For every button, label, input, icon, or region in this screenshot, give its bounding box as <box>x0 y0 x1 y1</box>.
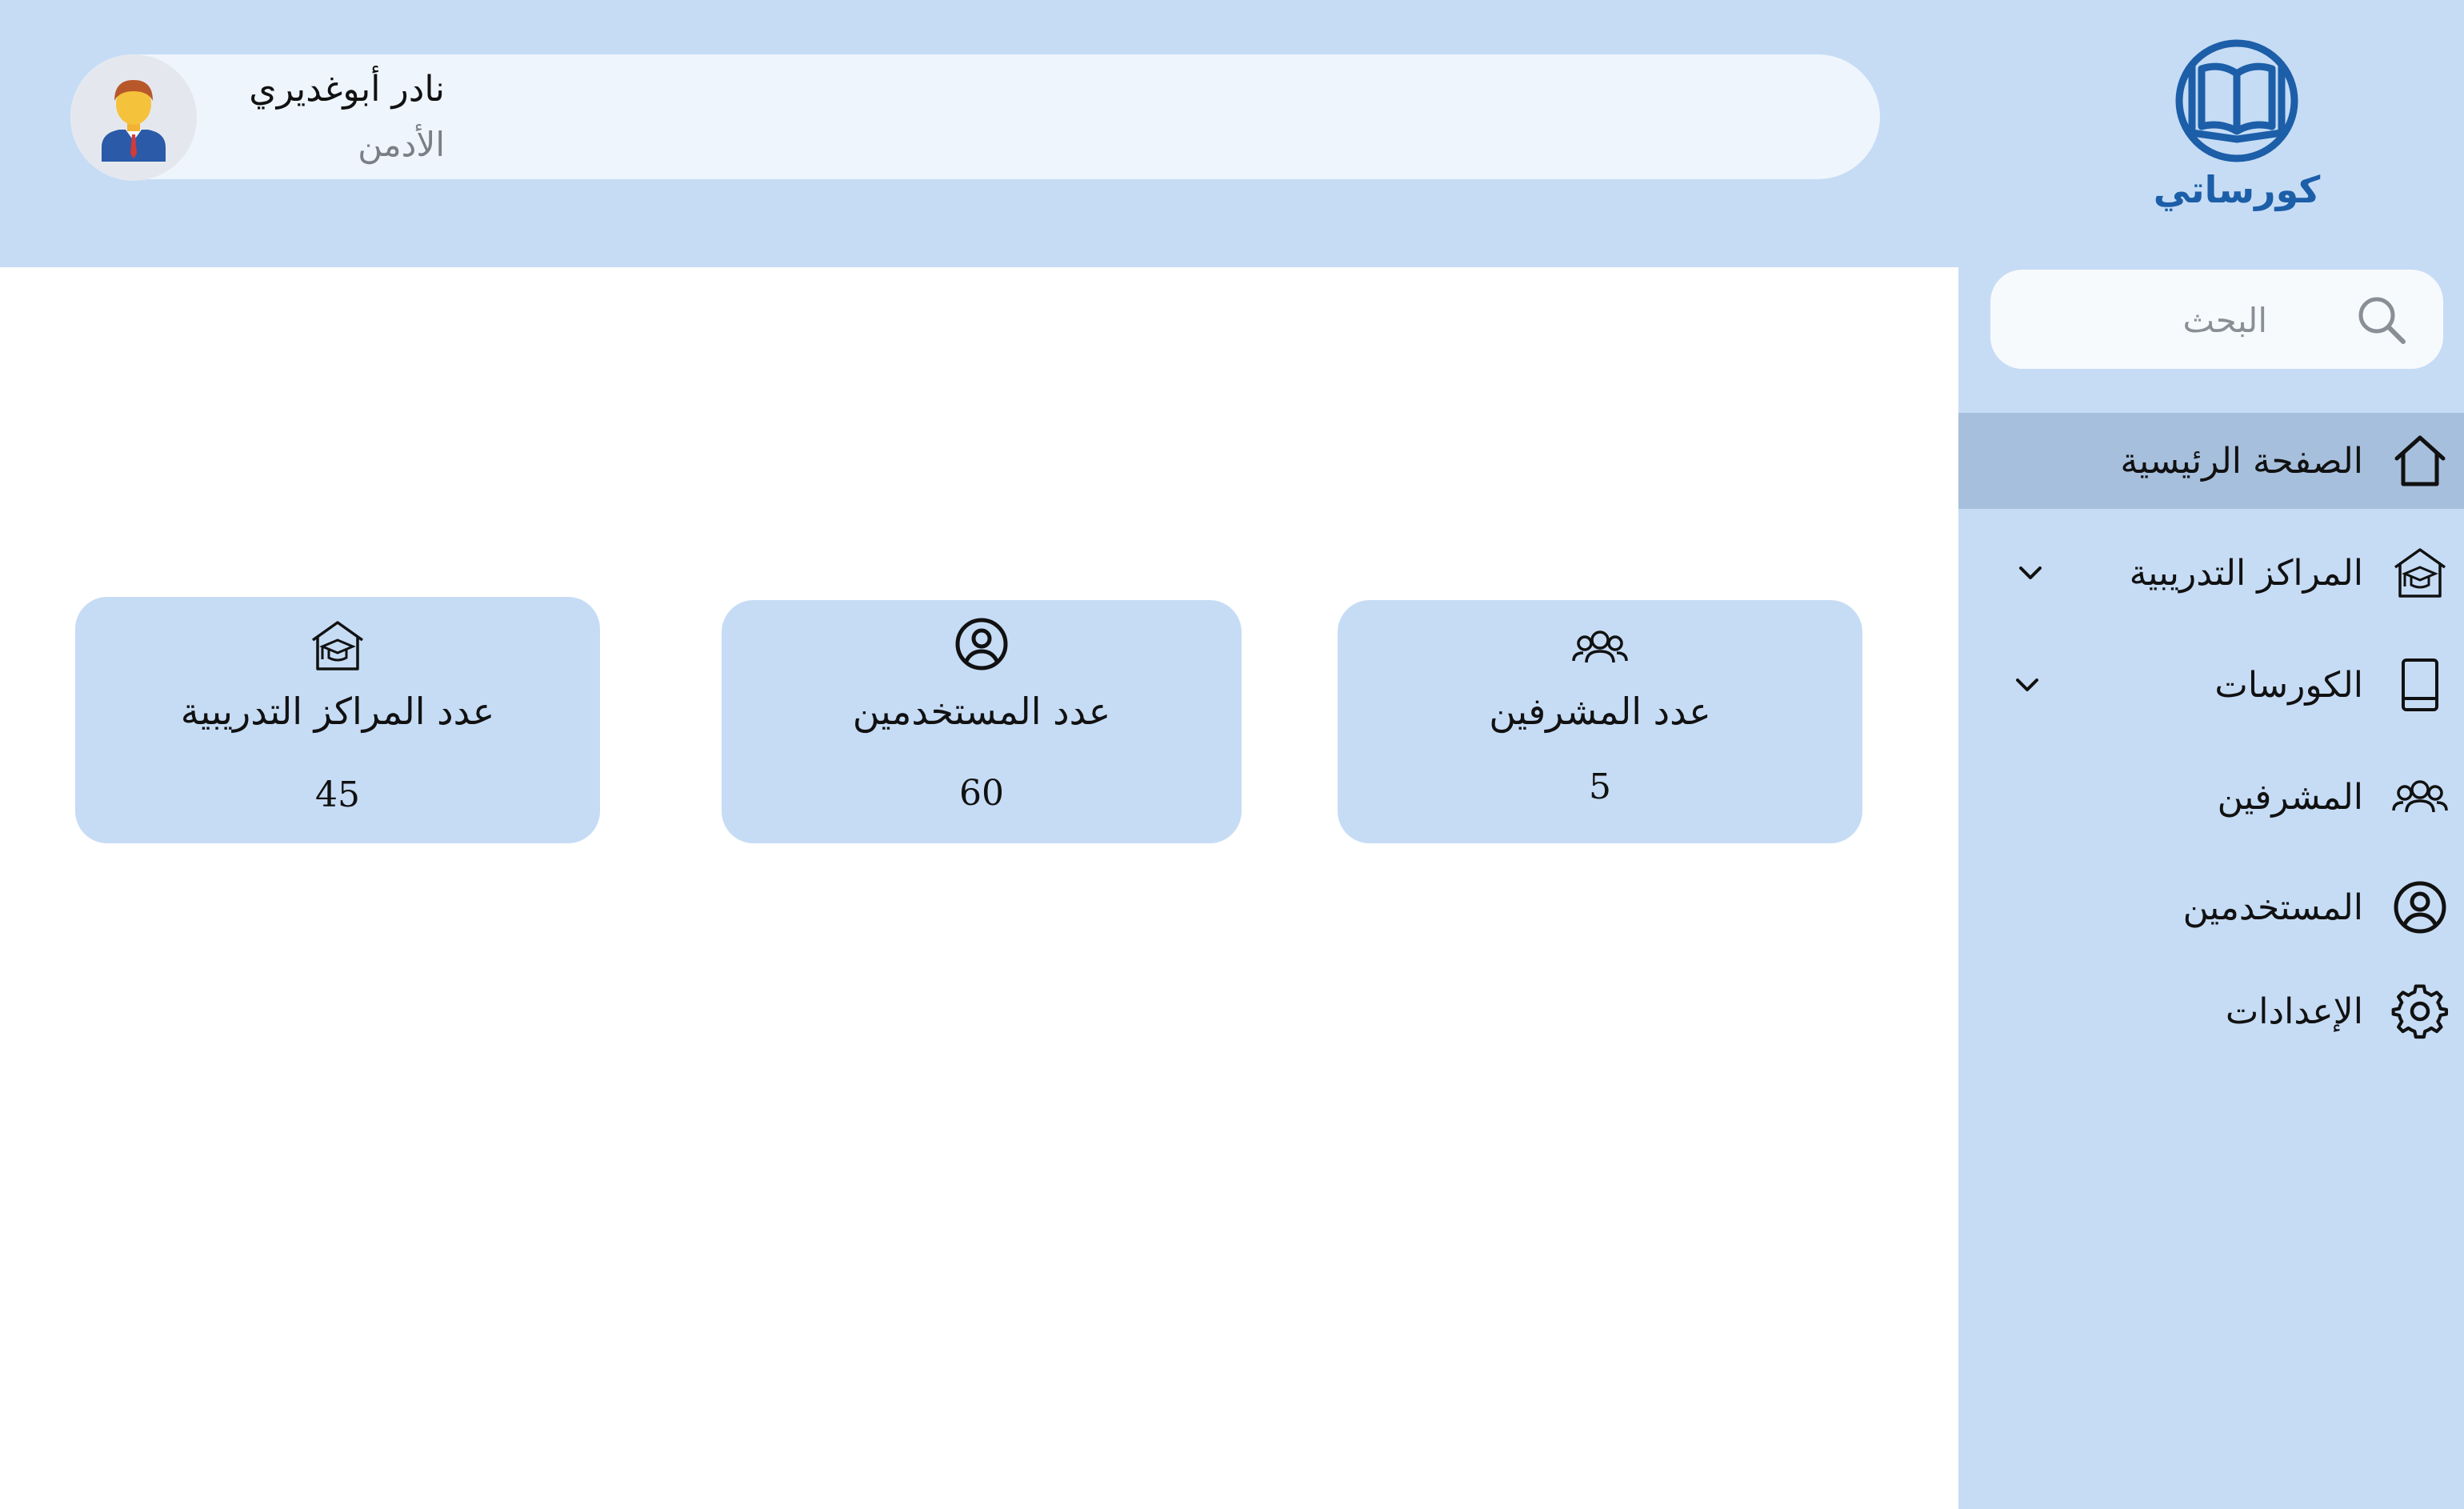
stat-card-users[interactable]: عدد المستخدمين 60 <box>722 600 1242 843</box>
user-info: نادر أبوغديري الأدمن <box>237 62 717 174</box>
sidebar-item-label: المشرفين <box>2217 776 2363 818</box>
stat-card-title: عدد المستخدمين <box>852 690 1111 733</box>
user-role: الأدمن <box>358 125 445 164</box>
search-input[interactable] <box>2027 292 2267 348</box>
training-center-icon <box>311 621 364 670</box>
book-icon <box>2390 655 2450 714</box>
sidebar-item-training-centers[interactable]: المراكز التدريبية <box>1958 525 2464 621</box>
sidebar-item-label: الإعدادات <box>2225 991 2363 1032</box>
user-name: نادر أبوغديري <box>249 69 445 110</box>
stat-card-title: عدد المراكز التدريبية <box>180 690 495 733</box>
chevron-down-icon[interactable] <box>2008 666 2046 704</box>
stat-card-supervisors[interactable]: عدد المشرفين 5 <box>1338 600 1862 843</box>
training-center-icon <box>2390 543 2450 602</box>
stat-card-title: عدد المشرفين <box>1489 690 1711 733</box>
sidebar-item-label: المراكز التدريبية <box>2129 552 2363 594</box>
sidebar-item-label: الكورسات <box>2214 664 2363 706</box>
brand-name: كورساتي <box>2153 168 2321 211</box>
top-header: نادر أبوغديري الأدمن كورساتي <box>0 0 2464 267</box>
stat-card-value: 60 <box>959 773 1004 814</box>
supervisors-group-icon <box>2390 767 2450 827</box>
sidebar-item-supervisors[interactable]: المشرفين <box>1958 749 2464 845</box>
sidebar-item-courses[interactable]: الكورسات <box>1958 637 2464 733</box>
brand-logo[interactable]: كورساتي <box>2153 37 2321 229</box>
sidebar-item-label: الصفحة الرئيسية <box>2120 440 2363 482</box>
stat-card-training-centers[interactable]: عدد المراكز التدريبية 45 <box>75 597 600 843</box>
sidebar-item-settings[interactable]: الإعدادات <box>1958 963 2464 1059</box>
gear-icon <box>2390 982 2450 1041</box>
stat-card-value: 45 <box>315 775 360 815</box>
supervisors-group-icon <box>1572 630 1628 663</box>
search-icon[interactable] <box>2355 294 2408 346</box>
user-circle-icon <box>2390 878 2450 937</box>
sidebar-item-users[interactable]: المستخدمين <box>1958 859 2464 955</box>
home-icon <box>2390 431 2450 490</box>
chevron-down-icon[interactable] <box>2011 554 2050 592</box>
sidebar-item-home[interactable]: الصفحة الرئيسية <box>1958 413 2464 509</box>
user-circle-icon <box>955 618 1008 670</box>
sidebar: الصفحة الرئيسية المراكز التدريبية <box>1958 267 2464 1509</box>
dashboard-page: نادر أبوغديري الأدمن كورساتي البحث الصفح… <box>0 0 2464 1509</box>
businessman-avatar-icon[interactable] <box>70 54 197 181</box>
sidebar-item-label: المستخدمين <box>2182 887 2363 928</box>
search-box[interactable] <box>1990 270 2443 369</box>
open-book-globe-logo <box>2175 39 2298 162</box>
stat-card-value: 5 <box>1589 767 1611 807</box>
